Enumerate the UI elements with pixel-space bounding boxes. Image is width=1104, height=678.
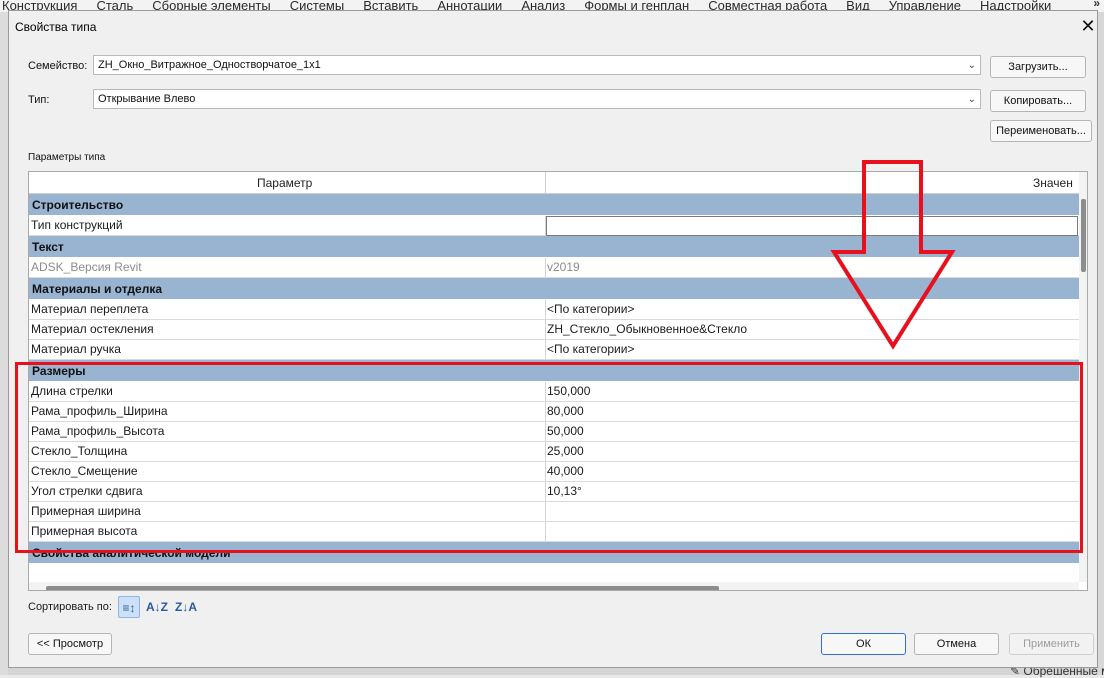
ok-button[interactable]: ОК [821, 633, 906, 655]
parameter-value-editor[interactable] [546, 216, 1078, 236]
family-combobox[interactable]: ZH_Окно_Витражное_Одностворчатое_1х1 ⌄ [93, 55, 981, 75]
parameter-row[interactable]: Длина стрелки 150,000 [29, 382, 1079, 402]
parameter-name: Примерная высота [31, 524, 138, 538]
background-status-area [8, 668, 1098, 675]
parameter-row[interactable]: Угол стрелки сдвига 10,13° [29, 482, 1079, 502]
parameter-row[interactable]: Стекло_Смещение 40,000 [29, 462, 1079, 482]
load-button[interactable]: Загрузить... [990, 56, 1086, 78]
background-right-panel [1098, 12, 1104, 675]
parameter-row[interactable]: Тип конструкций [29, 216, 1079, 236]
parameter-row[interactable]: Рама_профиль_Ширина 80,000 [29, 402, 1079, 422]
group-header[interactable]: Размеры [29, 360, 1079, 382]
column-header-value[interactable]: Значен [1033, 172, 1073, 194]
horizontal-scroll-thumb[interactable] [46, 586, 719, 590]
cell-divider [545, 482, 546, 502]
duplicate-button[interactable]: Копировать... [990, 90, 1086, 112]
apply-button[interactable]: Применить [1009, 633, 1094, 655]
group-header[interactable]: Строительство [29, 194, 1079, 216]
cell-divider [545, 300, 546, 320]
sort-ascending-icon[interactable]: A↓Z [146, 596, 168, 618]
parameters-grid: Параметр Значен Строительство Тип констру… [28, 171, 1088, 591]
sort-as-table-icon[interactable]: ≡↕ [118, 596, 140, 618]
rename-button[interactable]: Переименовать... [990, 120, 1092, 142]
parameter-value[interactable]: 80,000 [547, 402, 1077, 421]
grid-header: Параметр Значен [29, 172, 1079, 194]
parameter-row[interactable]: ADSK_Версия Revit v2019 [29, 258, 1079, 278]
parameter-name: Рама_профиль_Ширина [31, 404, 168, 418]
vertical-scrollbar[interactable] [1079, 172, 1087, 582]
parameter-value[interactable]: 150,000 [547, 382, 1077, 401]
close-icon[interactable]: ✕ [1080, 15, 1096, 37]
type-combobox[interactable]: Открывание Влево ⌄ [93, 89, 981, 109]
family-value: ZH_Окно_Витражное_Одностворчатое_1х1 [98, 59, 321, 71]
group-header-label: Строительство [32, 198, 124, 212]
cell-divider [545, 340, 546, 360]
cell-divider [545, 422, 546, 442]
parameter-name: Материал переплета [31, 302, 149, 316]
cancel-button[interactable]: Отмена [914, 633, 999, 655]
parameter-name: Угол стрелки сдвига [31, 484, 143, 498]
parameter-value[interactable]: ZH_Стекло_Обыкновенное&Стекло [547, 320, 1077, 339]
column-divider[interactable] [545, 172, 546, 194]
parameter-row[interactable]: Стекло_Толщина 25,000 [29, 442, 1079, 462]
grid-rows: Строительство Тип конструкций Текст ADSK_Ве… [29, 194, 1079, 564]
cell-divider [545, 522, 546, 542]
parameter-name: Длина стрелки [31, 384, 113, 398]
type-label: Тип: [28, 94, 50, 106]
parameter-name: Материал ручка [31, 342, 121, 356]
parameter-name: Стекло_Смещение [31, 464, 138, 478]
group-header-label: Свойства аналитической модели [32, 546, 231, 560]
background-left-panel [0, 12, 8, 675]
group-header-label: Размеры [32, 364, 86, 378]
parameter-name: Стекло_Толщина [31, 444, 128, 458]
group-header[interactable]: Текст [29, 236, 1079, 258]
group-header[interactable]: Свойства аналитической модели [29, 542, 1079, 564]
parameter-row[interactable]: Материал остекления ZH_Стекло_Обыкновенно… [29, 320, 1079, 340]
parameter-row[interactable]: Материал переплета <По категории> [29, 300, 1079, 320]
group-header-label: Текст [32, 240, 64, 254]
parameter-name: Примерная ширина [31, 504, 141, 518]
sort-label: Сортировать по: [28, 601, 112, 613]
sort-descending-icon[interactable]: Z↓A [175, 596, 197, 618]
group-header-label: Материалы и отделка [32, 282, 163, 296]
parameter-value[interactable]: 40,000 [547, 462, 1077, 481]
cell-divider [545, 502, 546, 522]
parameter-value: v2019 [547, 260, 580, 274]
parameter-row[interactable]: Материал ручка <По категории> [29, 340, 1079, 360]
horizontal-scrollbar[interactable] [29, 582, 1079, 590]
parameter-name: Рама_профиль_Высота [31, 424, 165, 438]
cell-divider [545, 258, 546, 278]
vertical-scroll-thumb[interactable] [1081, 199, 1086, 272]
cell-divider [545, 320, 546, 340]
column-header-parameter[interactable]: Параметр [257, 172, 312, 194]
parameter-name: Материал остекления [31, 322, 154, 336]
preview-button[interactable]: << Просмотр [28, 633, 112, 655]
parameter-row[interactable]: Примерная ширина [29, 502, 1079, 522]
double-chevron-right-icon[interactable]: » [1093, 0, 1100, 9]
cell-divider [545, 382, 546, 402]
cell-divider [545, 402, 546, 422]
parameter-name: ADSK_Версия Revit [31, 260, 142, 274]
parameter-row[interactable]: Примерная высота [29, 522, 1079, 542]
family-label: Семейство: [28, 60, 88, 72]
group-header[interactable]: Материалы и отделка [29, 278, 1079, 300]
chevron-down-icon[interactable]: ⌄ [968, 91, 976, 109]
parameter-value[interactable]: <По категории> [547, 300, 1077, 319]
type-properties-dialog: Свойства типа ✕ Семейство: ZH_Окно_Витра… [8, 10, 1098, 668]
parameter-value[interactable]: 50,000 [547, 422, 1077, 441]
chevron-down-icon[interactable]: ⌄ [968, 57, 976, 75]
parameter-value[interactable]: <По категории> [547, 340, 1077, 359]
cell-divider [545, 462, 546, 482]
type-value: Открывание Влево [98, 93, 196, 105]
parameter-value[interactable]: 10,13° [547, 482, 1077, 501]
type-parameters-label: Параметры типа [28, 152, 106, 163]
parameter-value[interactable]: 25,000 [547, 442, 1077, 461]
dialog-title: Свойства типа [15, 20, 97, 34]
parameter-row[interactable]: Рама_профиль_Высота 50,000 [29, 422, 1079, 442]
cell-divider [545, 442, 546, 462]
parameter-name: Тип конструкций [31, 218, 123, 232]
